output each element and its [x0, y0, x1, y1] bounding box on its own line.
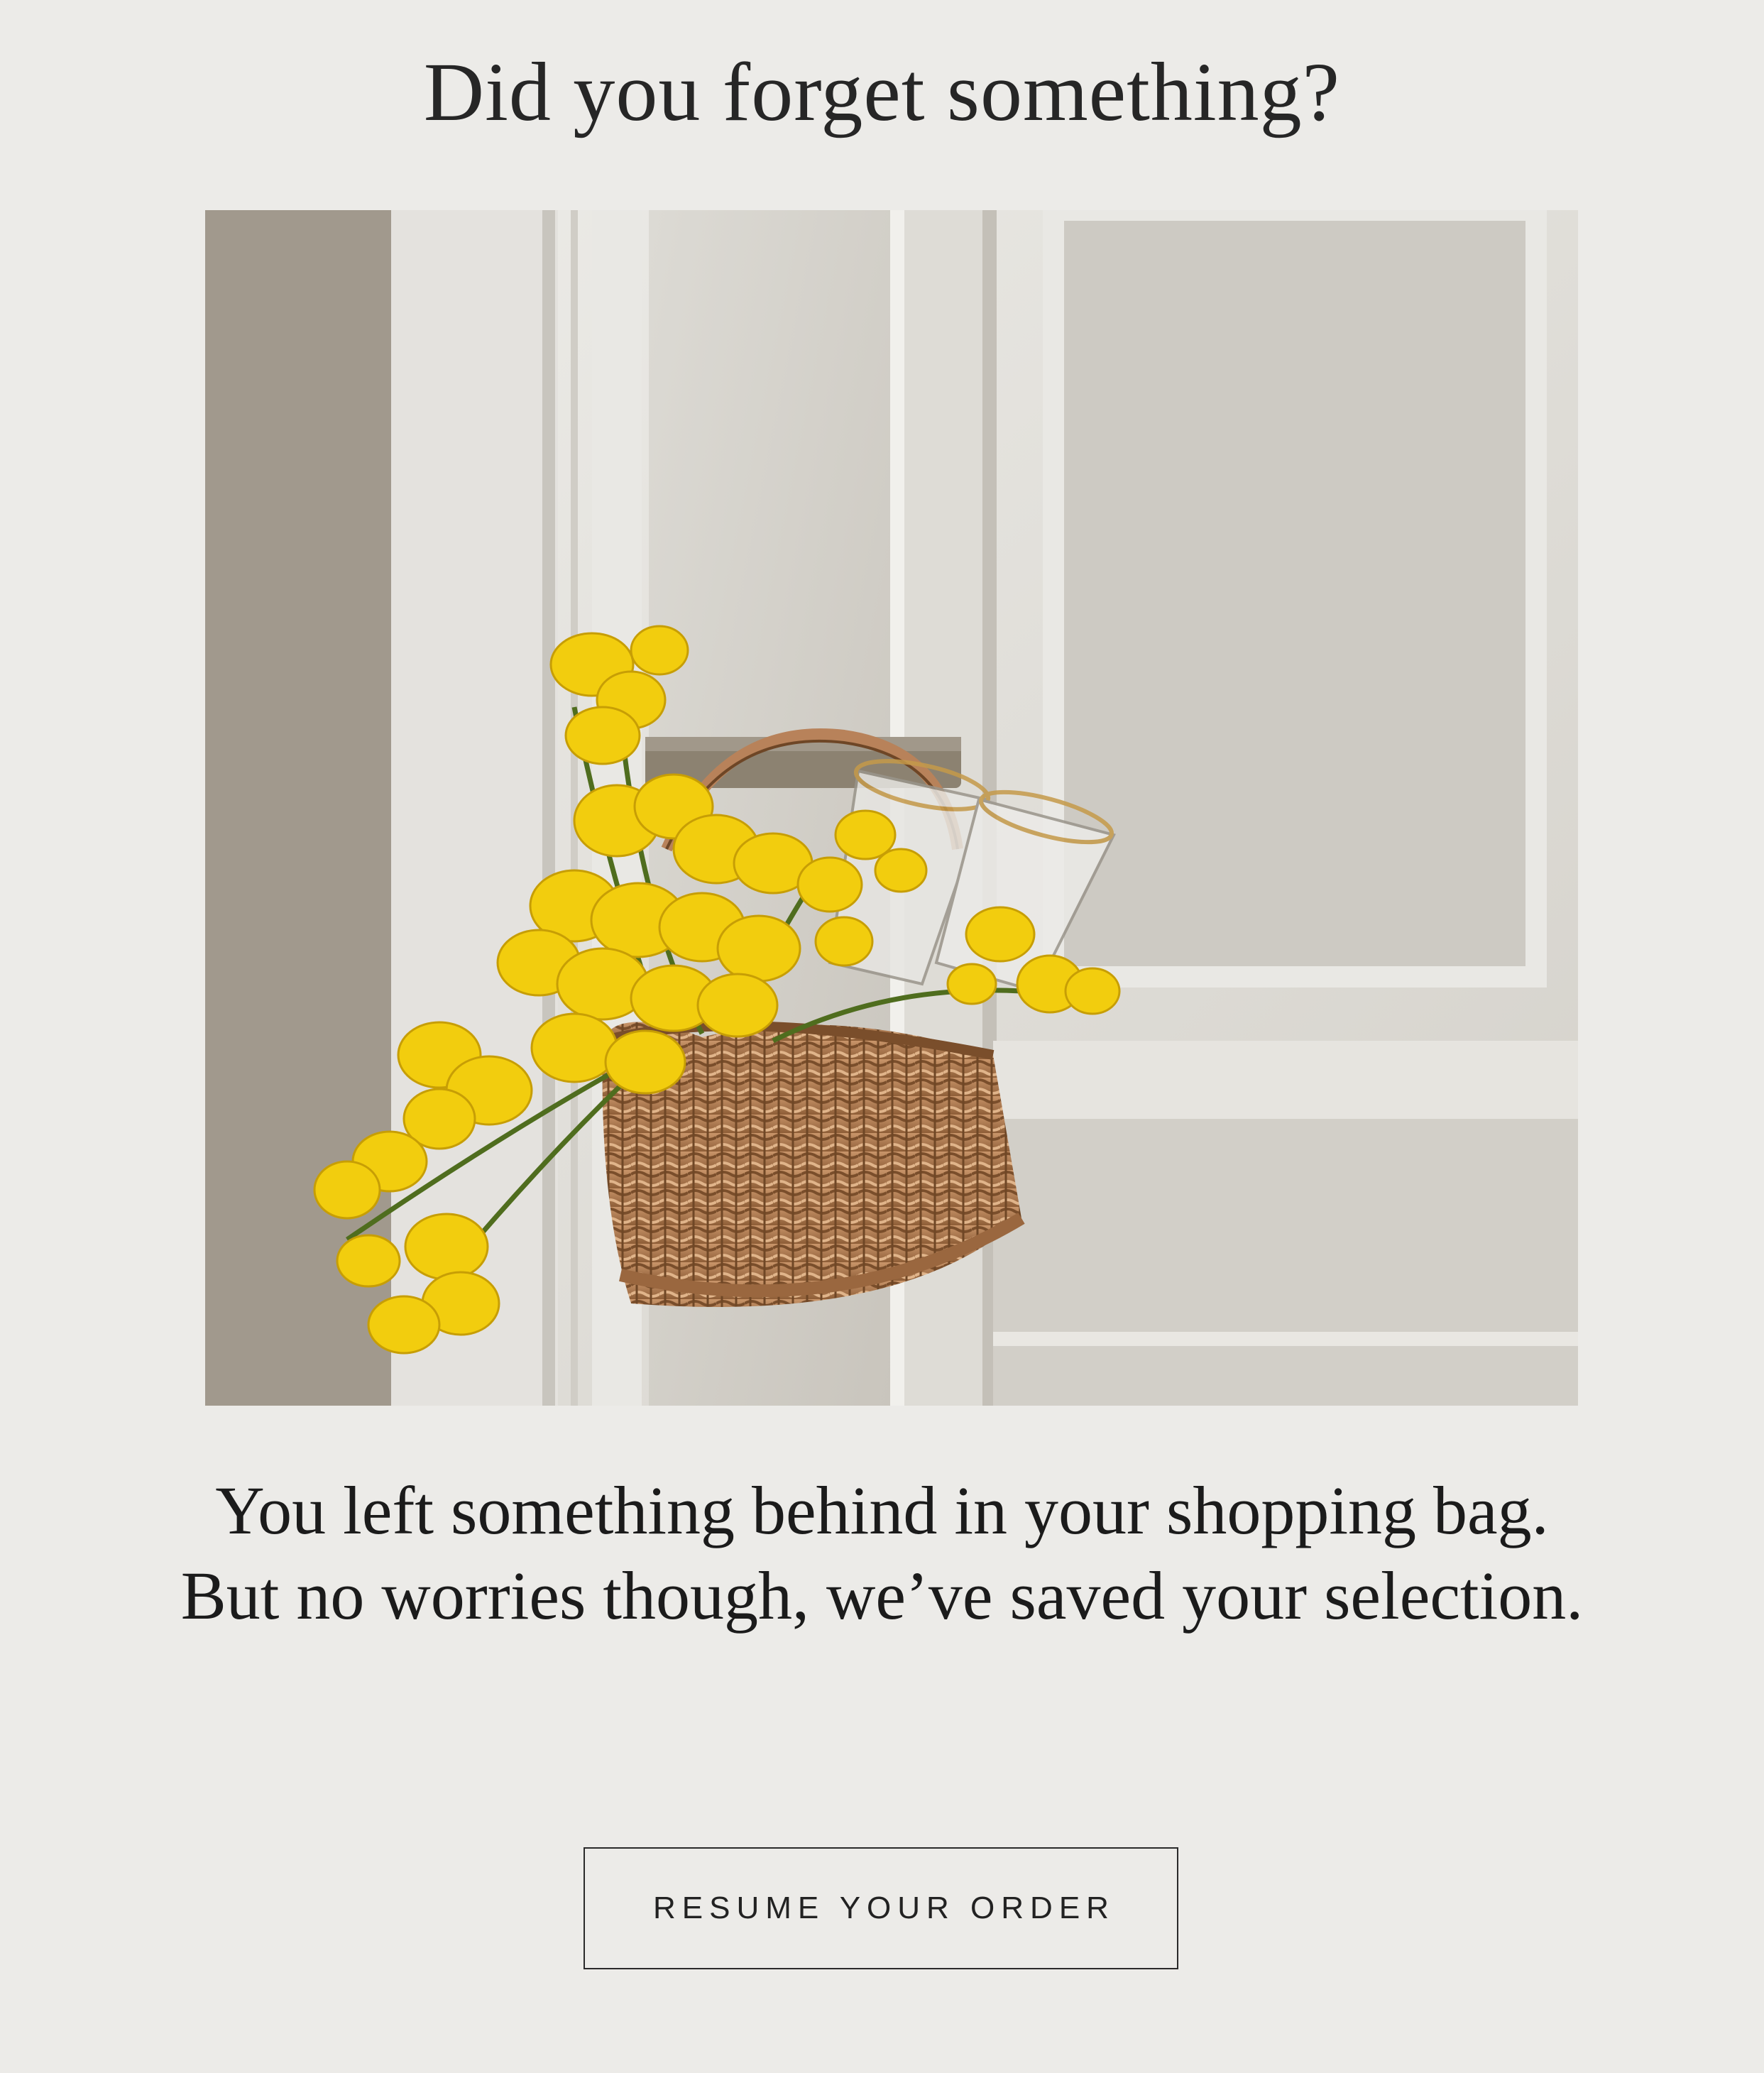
resume-order-button[interactable]: RESUME YOUR ORDER: [584, 1847, 1178, 1969]
headline: Did you forget something?: [423, 45, 1341, 138]
hero-image: [205, 210, 1578, 1406]
abandoned-cart-message: You left something behind in your shoppi…: [180, 1472, 1584, 1634]
email-page: Did you forget something? You left somet…: [0, 0, 1764, 2073]
flower-basket-photo: [205, 210, 1578, 1406]
